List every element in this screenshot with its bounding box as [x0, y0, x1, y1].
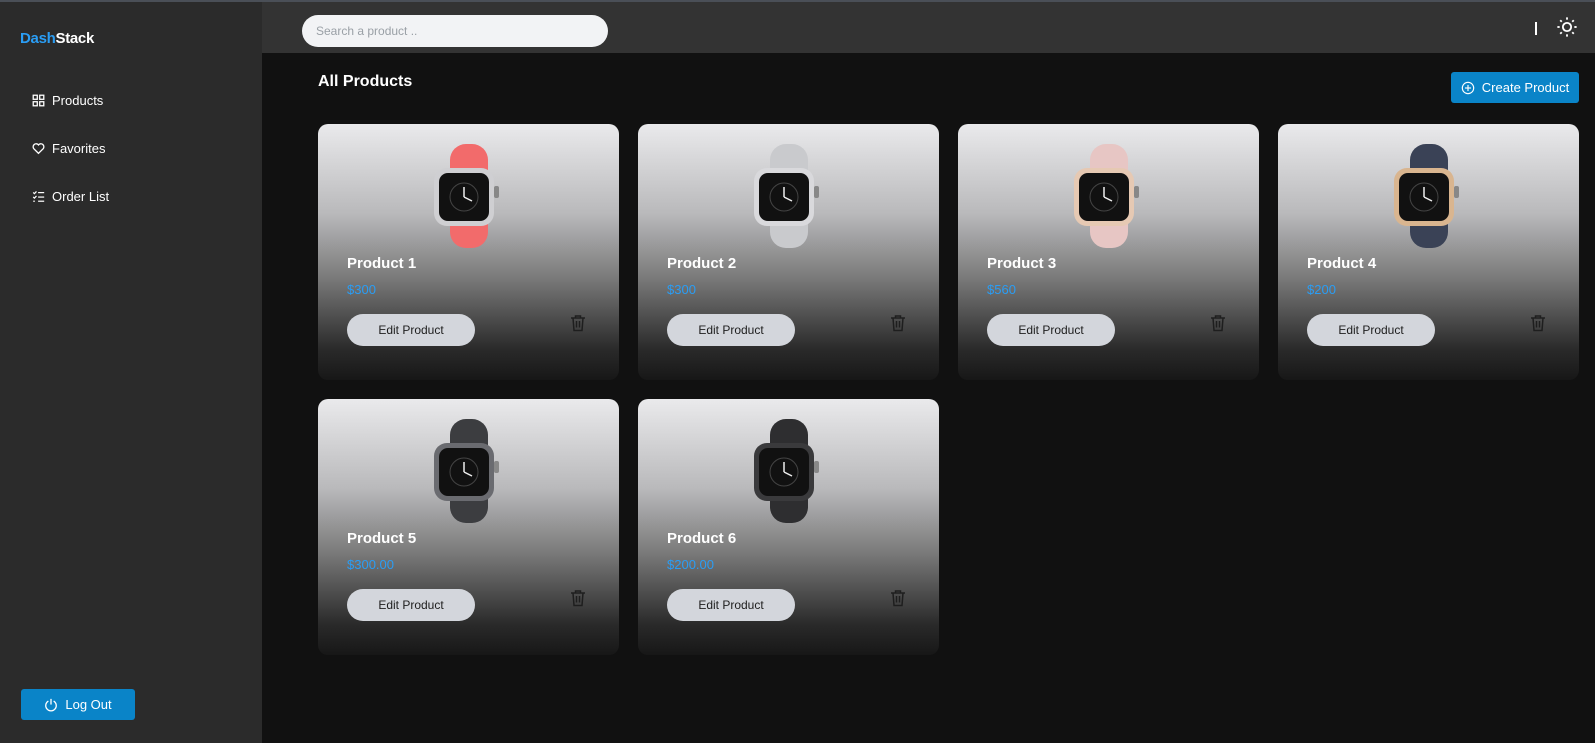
watch-image — [434, 144, 499, 248]
grid-icon — [32, 94, 45, 107]
create-product-button[interactable]: Create Product — [1451, 72, 1579, 103]
sidebar-item-label: Favorites — [52, 141, 106, 156]
product-card[interactable]: Product 4 $200 Edit Product — [1278, 124, 1579, 380]
product-price: $300 — [347, 282, 376, 297]
sidebar-item-label: Products — [52, 93, 104, 108]
plus-circle-icon — [1461, 81, 1475, 94]
heart-icon — [32, 143, 45, 155]
product-price: $560 — [987, 282, 1016, 297]
watch-image — [434, 419, 499, 523]
product-card[interactable]: Product 2 $300 Edit Product — [638, 124, 939, 380]
watch-image — [754, 419, 819, 523]
create-product-label: Create Product — [1481, 80, 1570, 95]
edit-product-button[interactable]: Edit Product — [347, 589, 475, 621]
product-name: Product 2 — [667, 255, 737, 272]
product-card[interactable]: Product 3 $560 Edit Product — [958, 124, 1259, 380]
edit-product-button[interactable]: Edit Product — [987, 314, 1115, 346]
brand-logo-accent: Dash — [20, 30, 56, 47]
brand-logo[interactable]: DashStack — [20, 30, 94, 47]
search-input[interactable] — [302, 15, 608, 47]
product-price: $300.00 — [347, 557, 394, 572]
product-price: $200 — [1307, 282, 1336, 297]
sidebar: DashStack Products Favorites Order List … — [0, 2, 262, 743]
list-check-icon — [32, 191, 45, 202]
product-price: $200.00 — [667, 557, 714, 572]
page-title: All Products — [318, 73, 413, 90]
product-name: Product 1 — [347, 255, 417, 272]
trash-icon[interactable] — [890, 589, 906, 607]
sidebar-item-label: Order List — [52, 189, 110, 204]
edit-product-button[interactable]: Edit Product — [667, 589, 795, 621]
product-card[interactable]: Product 6 $200.00 Edit Product — [638, 399, 939, 655]
product-name: Product 4 — [1307, 255, 1377, 272]
trash-icon[interactable] — [890, 314, 906, 332]
watch-image — [754, 144, 819, 248]
header-divider — [1535, 22, 1537, 35]
trash-icon[interactable] — [570, 314, 586, 332]
logout-button[interactable]: Log Out — [21, 689, 135, 720]
product-name: Product 3 — [987, 255, 1057, 272]
product-card[interactable]: Product 1 $300 Edit Product — [318, 124, 619, 380]
product-card[interactable]: Product 5 $300.00 Edit Product — [318, 399, 619, 655]
trash-icon[interactable] — [1210, 314, 1226, 332]
trash-icon[interactable] — [570, 589, 586, 607]
watch-image — [1074, 144, 1139, 248]
sidebar-item-products[interactable]: Products — [32, 93, 103, 108]
product-name: Product 6 — [667, 530, 737, 547]
trash-icon[interactable] — [1530, 314, 1546, 332]
brand-logo-rest: Stack — [55, 30, 95, 47]
sidebar-item-favorites[interactable]: Favorites — [32, 141, 105, 156]
edit-product-button[interactable]: Edit Product — [667, 314, 795, 346]
product-price: $300 — [667, 282, 696, 297]
sidebar-item-order-list[interactable]: Order List — [32, 189, 109, 204]
watch-image — [1394, 144, 1459, 248]
top-header — [262, 2, 1595, 53]
sun-icon[interactable] — [1556, 16, 1578, 38]
product-name: Product 5 — [347, 530, 417, 547]
edit-product-button[interactable]: Edit Product — [347, 314, 475, 346]
edit-product-button[interactable]: Edit Product — [1307, 314, 1435, 346]
logout-label: Log Out — [65, 697, 112, 712]
power-icon — [45, 698, 58, 711]
